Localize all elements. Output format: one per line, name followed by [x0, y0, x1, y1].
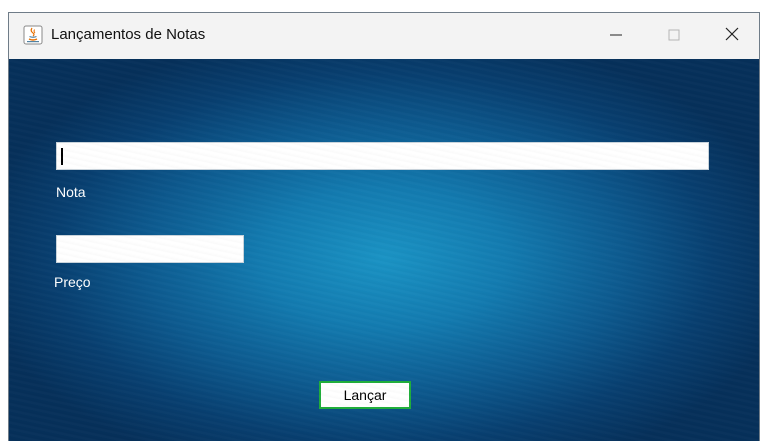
java-icon	[23, 25, 43, 45]
nota-label: Nota	[56, 184, 86, 200]
app-window: Lançamentos de Notas Nota Preço Lançar	[8, 12, 760, 441]
nota-input[interactable]	[56, 142, 709, 170]
text-caret	[61, 148, 63, 165]
preco-input[interactable]	[56, 235, 244, 263]
minimize-button[interactable]	[587, 13, 645, 59]
lancar-button-label: Lançar	[343, 387, 387, 403]
maximize-button[interactable]	[645, 13, 703, 59]
preco-label: Preço	[54, 274, 91, 290]
form-panel: Nota Preço Lançar	[9, 59, 759, 441]
minimize-icon	[609, 27, 623, 46]
close-button[interactable]	[703, 13, 759, 59]
maximize-icon	[667, 27, 681, 46]
lancar-button[interactable]: Lançar	[319, 381, 411, 409]
title-bar[interactable]: Lançamentos de Notas	[9, 13, 759, 59]
close-icon	[724, 26, 740, 46]
window-title: Lançamentos de Notas	[51, 26, 206, 43]
